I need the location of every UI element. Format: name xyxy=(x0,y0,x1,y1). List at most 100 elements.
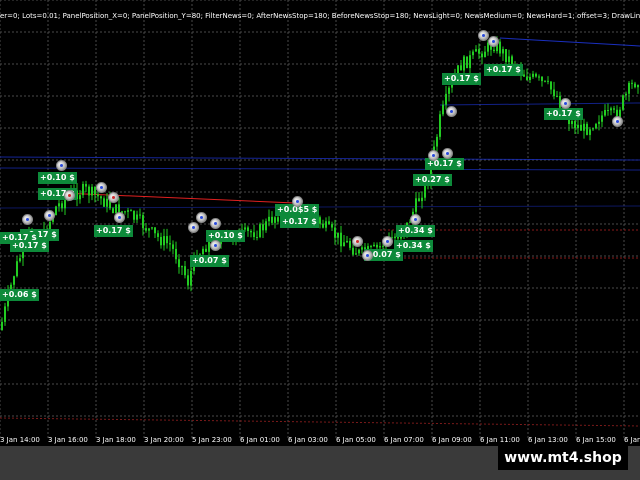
candle-body xyxy=(583,123,585,131)
buy-order-icon[interactable] xyxy=(292,196,303,207)
watermark-badge: www.mt4.shop xyxy=(498,446,628,470)
candle-body xyxy=(634,83,636,88)
time-axis-tick: 6 Jan 03:00 xyxy=(288,436,328,444)
buy-order-icon[interactable] xyxy=(442,148,453,159)
candle-body xyxy=(172,244,174,249)
candle-body xyxy=(343,242,345,247)
profit-label: +0.17 $ xyxy=(280,216,319,228)
candle-body xyxy=(508,56,510,63)
candle-body xyxy=(379,246,381,248)
buy-order-icon[interactable] xyxy=(22,214,33,225)
buy-order-icon[interactable] xyxy=(560,98,571,109)
buy-order-icon[interactable] xyxy=(56,160,67,171)
candle-body xyxy=(589,129,591,135)
candle-body xyxy=(355,253,357,255)
candle-body xyxy=(472,51,474,56)
candle-body xyxy=(61,203,63,209)
profit-label: +0.34 $ xyxy=(394,240,433,252)
candle-body xyxy=(577,124,579,129)
candle-body xyxy=(556,96,558,98)
buy-order-icon[interactable] xyxy=(446,106,457,117)
candle-body xyxy=(547,80,549,82)
candle-body xyxy=(532,73,534,77)
sell-order-icon[interactable] xyxy=(64,190,75,201)
time-axis-tick: 6 Jan 07:00 xyxy=(384,436,424,444)
profit-label: +0.17 $ xyxy=(484,64,523,76)
buy-order-icon[interactable] xyxy=(96,182,107,193)
profit-label: +0.34 $ xyxy=(396,225,435,237)
candle-body xyxy=(13,276,15,285)
candle-body xyxy=(382,246,384,248)
candle-body xyxy=(112,208,114,214)
candle-body xyxy=(145,228,147,231)
candle-body xyxy=(91,186,93,196)
time-axis-tick: 5 Jan 23:00 xyxy=(192,436,232,444)
candle-body xyxy=(328,221,330,225)
blue-level-line xyxy=(499,37,640,47)
candle-body xyxy=(481,53,483,58)
profit-label: +0.07 $ xyxy=(190,255,229,267)
buy-order-icon[interactable] xyxy=(410,214,421,225)
candle-body xyxy=(622,95,624,110)
candle-body xyxy=(16,261,18,277)
buy-order-icon[interactable] xyxy=(210,240,221,251)
expert-settings-text: er=0; Lots=0.01; PanelPosition_X=0; Pane… xyxy=(0,12,640,20)
buy-order-icon[interactable] xyxy=(44,210,55,221)
candle-body xyxy=(157,233,159,237)
sell-order-icon[interactable] xyxy=(352,236,363,247)
buy-order-icon[interactable] xyxy=(196,212,207,223)
buy-order-icon[interactable] xyxy=(382,236,393,247)
candle-body xyxy=(631,82,633,84)
candle-body xyxy=(259,224,261,238)
time-axis-tick: 3 Jan 16:00 xyxy=(48,436,88,444)
candle-body xyxy=(373,244,375,247)
buy-order-icon[interactable] xyxy=(210,218,221,229)
price-chart-canvas[interactable] xyxy=(0,0,640,440)
candle-body xyxy=(544,80,546,82)
buy-order-icon[interactable] xyxy=(612,116,623,127)
candle-body xyxy=(505,49,507,63)
candle-body xyxy=(499,41,501,54)
buy-order-icon[interactable] xyxy=(488,36,499,47)
candle-body xyxy=(352,247,354,255)
candle-body xyxy=(133,210,135,220)
candle-body xyxy=(124,211,126,213)
candle-body xyxy=(541,76,543,82)
candle-body xyxy=(598,121,600,124)
sell-order-icon[interactable] xyxy=(108,192,119,203)
buy-order-icon[interactable] xyxy=(428,150,439,161)
buy-order-icon[interactable] xyxy=(114,212,125,223)
candle-body xyxy=(625,93,627,96)
buy-order-icon[interactable] xyxy=(362,250,373,261)
candle-body xyxy=(526,76,528,80)
chart-area[interactable]: er=0; Lots=0.01; PanelPosition_X=0; Pane… xyxy=(0,0,640,440)
candle-body xyxy=(322,223,324,228)
candle-body xyxy=(88,186,90,196)
candle-body xyxy=(127,210,129,212)
candle-body xyxy=(331,224,333,228)
candle-body xyxy=(475,49,477,52)
candle-body xyxy=(553,89,555,97)
time-axis-tick: 3 Jan 14:00 xyxy=(0,436,40,444)
time-axis-tick: 3 Jan 18:00 xyxy=(96,436,136,444)
candle-body xyxy=(166,236,168,244)
candle-body xyxy=(277,217,279,222)
time-axis-tick: 6 Jan 05:00 xyxy=(336,436,376,444)
profit-label: +0.17 $ xyxy=(94,225,133,237)
candle-body xyxy=(571,121,573,125)
candle-body xyxy=(418,198,420,202)
profit-label: +0.06 $ xyxy=(0,289,39,301)
candle-body xyxy=(85,184,87,187)
candle-body xyxy=(610,108,612,111)
blue-level-line xyxy=(0,205,640,209)
candle-body xyxy=(250,231,252,233)
candle-body xyxy=(175,248,177,260)
profit-label: +0.27 $ xyxy=(413,174,452,186)
candle-body xyxy=(439,114,441,137)
candle-body xyxy=(460,65,462,71)
candle-body xyxy=(340,232,342,247)
candle-body xyxy=(79,195,81,200)
time-axis-tick: 3 Jan 20:00 xyxy=(144,436,184,444)
time-axis-tick: 6 Jan 09:00 xyxy=(432,436,472,444)
buy-order-icon[interactable] xyxy=(188,222,199,233)
